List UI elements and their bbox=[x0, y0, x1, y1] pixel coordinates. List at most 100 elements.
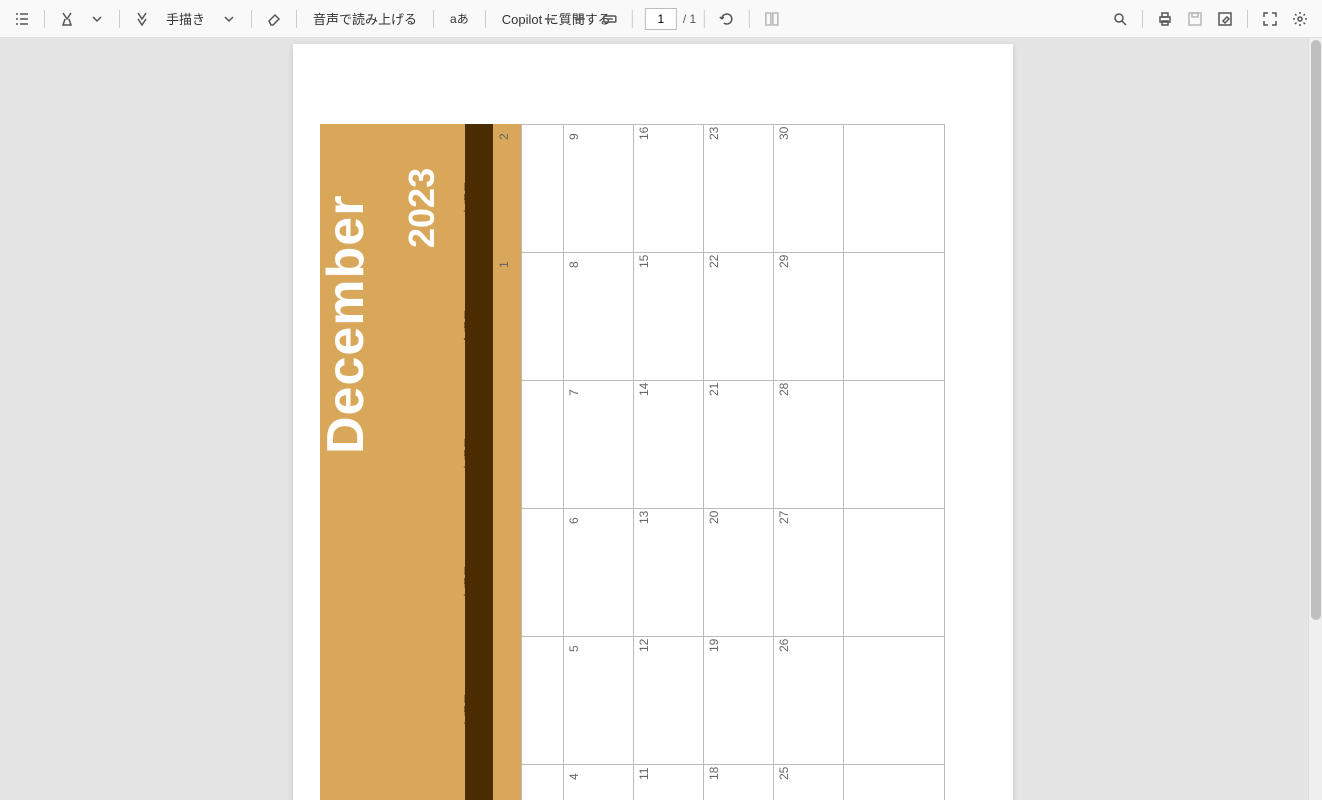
day-cell: 26 bbox=[774, 637, 844, 764]
day-cell: 8 bbox=[564, 253, 634, 380]
day-number: 9 bbox=[567, 133, 581, 140]
day-cell: 5 bbox=[564, 637, 634, 764]
day-cell bbox=[844, 381, 914, 508]
search-icon[interactable] bbox=[1106, 5, 1134, 33]
day-header: 日 bbox=[461, 777, 478, 800]
day-cell: 14 bbox=[634, 381, 704, 508]
settings-icon[interactable] bbox=[1286, 5, 1314, 33]
calendar-row: 金曜日18152229 bbox=[521, 252, 945, 380]
day-number: 19 bbox=[707, 639, 721, 652]
save-as-icon[interactable] bbox=[1211, 5, 1239, 33]
day-cell: 11 bbox=[634, 765, 704, 800]
day-cell: 4 bbox=[564, 765, 634, 800]
day-cell: 22 bbox=[704, 253, 774, 380]
day-cell: 12 bbox=[634, 637, 704, 764]
calendar-grid: 土曜日29162330金曜日18152229木曜日7142128水曜日61320… bbox=[521, 124, 945, 800]
day-cell: 21 bbox=[704, 381, 774, 508]
page-number-input[interactable] bbox=[645, 8, 677, 30]
day-header: 土曜日 bbox=[461, 137, 478, 217]
day-cell: 9 bbox=[564, 125, 634, 252]
day-cell: 13 bbox=[634, 509, 704, 636]
day-number: 20 bbox=[707, 511, 721, 524]
day-cell bbox=[494, 765, 564, 800]
day-header: 木曜日 bbox=[461, 393, 478, 473]
day-number: 23 bbox=[707, 127, 721, 140]
chevron-down-icon[interactable] bbox=[83, 5, 111, 33]
day-number: 25 bbox=[777, 767, 791, 780]
month-label: December bbox=[316, 195, 376, 454]
day-number: 29 bbox=[777, 255, 791, 268]
pdf-toolbar: 手描き 音声で読み上げる aあ Copilot に質問する / 1 bbox=[0, 0, 1322, 38]
page-view-icon bbox=[758, 5, 786, 33]
pdf-viewport[interactable]: December 2023 土曜日29162330金曜日18152229木曜日7… bbox=[0, 38, 1322, 800]
day-cell: 19 bbox=[704, 637, 774, 764]
day-header: 金曜日 bbox=[461, 265, 478, 345]
fit-width-icon[interactable] bbox=[596, 5, 624, 33]
print-icon[interactable] bbox=[1151, 5, 1179, 33]
day-cell: 15 bbox=[634, 253, 704, 380]
highlight-icon[interactable] bbox=[53, 5, 81, 33]
day-header: 火曜日 bbox=[461, 649, 478, 729]
day-cell: 29 bbox=[774, 253, 844, 380]
day-cell bbox=[494, 637, 564, 764]
day-header: 水曜日 bbox=[461, 521, 478, 601]
day-number: 2 bbox=[497, 133, 511, 140]
scroll-thumb[interactable] bbox=[1311, 40, 1321, 620]
erase-icon[interactable] bbox=[260, 5, 288, 33]
rotate-icon[interactable] bbox=[713, 5, 741, 33]
day-number: 15 bbox=[637, 255, 651, 268]
day-number: 11 bbox=[637, 768, 651, 780]
save-icon bbox=[1181, 5, 1209, 33]
day-number: 30 bbox=[777, 127, 791, 140]
day-number: 28 bbox=[777, 383, 791, 396]
day-number: 18 bbox=[707, 767, 721, 780]
day-number: 8 bbox=[567, 261, 581, 268]
day-number: 14 bbox=[637, 383, 651, 396]
day-number: 7 bbox=[567, 389, 581, 396]
day-cell bbox=[844, 125, 914, 252]
fullscreen-icon[interactable] bbox=[1256, 5, 1284, 33]
day-cell bbox=[844, 637, 914, 764]
day-number: 4 bbox=[567, 773, 581, 780]
day-cell bbox=[844, 253, 914, 380]
day-number: 22 bbox=[707, 255, 721, 268]
day-number: 13 bbox=[637, 511, 651, 524]
day-cell bbox=[494, 509, 564, 636]
day-cell: 28 bbox=[774, 381, 844, 508]
contents-icon[interactable] bbox=[8, 5, 36, 33]
calendar-row: 木曜日7142128 bbox=[521, 380, 945, 508]
day-cell bbox=[494, 381, 564, 508]
day-number: 21 bbox=[707, 383, 721, 396]
day-cell: 18 bbox=[704, 765, 774, 800]
day-cell: 6 bbox=[564, 509, 634, 636]
vertical-scrollbar[interactable] bbox=[1308, 38, 1322, 800]
day-number: 5 bbox=[567, 645, 581, 652]
calendar-row: 水曜日6132027 bbox=[521, 508, 945, 636]
day-cell: 25 bbox=[774, 765, 844, 800]
day-cell: 20 bbox=[704, 509, 774, 636]
calendar-row: 火曜日5121926 bbox=[521, 636, 945, 764]
day-number: 6 bbox=[567, 517, 581, 524]
day-number: 16 bbox=[637, 127, 651, 140]
draw-icon[interactable] bbox=[128, 5, 156, 33]
day-cell: 16 bbox=[634, 125, 704, 252]
day-number: 26 bbox=[777, 639, 791, 652]
day-number: 27 bbox=[777, 511, 791, 524]
day-cell: 2 bbox=[494, 125, 564, 252]
day-cell bbox=[844, 509, 914, 636]
day-number: 1 bbox=[497, 261, 511, 268]
year-label: 2023 bbox=[401, 168, 443, 248]
translate-button[interactable]: aあ bbox=[442, 10, 477, 27]
calendar-row: 土曜日29162330 bbox=[521, 124, 945, 252]
day-cell: 23 bbox=[704, 125, 774, 252]
calendar-row: 日4111825 bbox=[521, 764, 945, 800]
chevron-down-icon[interactable] bbox=[215, 5, 243, 33]
day-cell: 30 bbox=[774, 125, 844, 252]
zoom-in-icon[interactable] bbox=[566, 5, 594, 33]
zoom-out-icon[interactable] bbox=[536, 5, 564, 33]
day-cell bbox=[844, 765, 914, 800]
draw-label[interactable]: 手描き bbox=[158, 9, 213, 28]
day-number: 12 bbox=[637, 639, 651, 652]
day-cell: 7 bbox=[564, 381, 634, 508]
read-aloud-button[interactable]: 音声で読み上げる bbox=[305, 9, 425, 28]
